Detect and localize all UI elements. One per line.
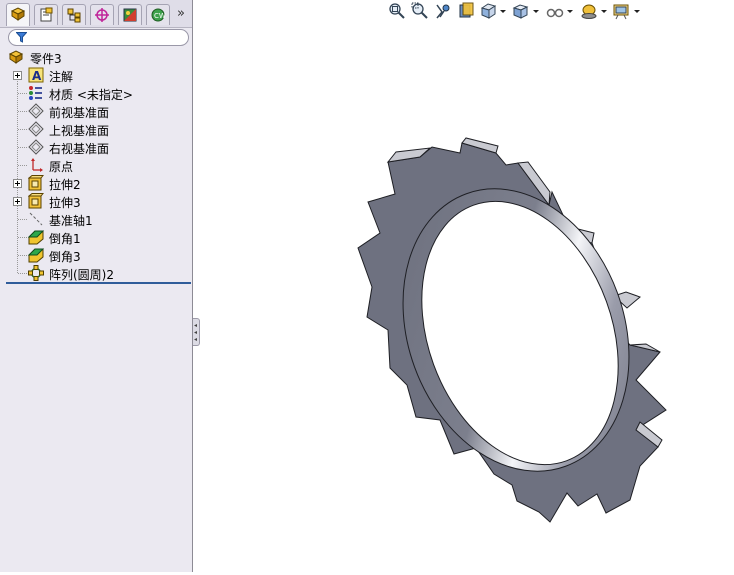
dimxpert-icon	[95, 8, 109, 22]
filter-field[interactable]	[8, 29, 189, 46]
annotations-icon: A	[28, 67, 44, 83]
tree-item-origin[interactable]: 原点	[0, 156, 192, 174]
edit-appearance-icon[interactable]	[580, 2, 598, 20]
feature-manager-tab[interactable]	[6, 3, 30, 26]
tree-item-annotations[interactable]: A 注解	[0, 66, 192, 84]
tree-item-label: 倒角3	[49, 250, 81, 264]
graphics-area[interactable]	[200, 24, 734, 572]
property-manager-tab[interactable]	[34, 4, 58, 25]
tree-root-part[interactable]: 零件3	[0, 48, 192, 66]
tree-item-front-plane[interactable]: 前视基准面	[0, 102, 192, 120]
cam-icon: CW	[151, 8, 166, 22]
rollback-bar[interactable]	[6, 282, 191, 284]
manager-tab-bar: CW »	[0, 0, 192, 28]
tree-item-chamfer1[interactable]: 倒角1	[0, 228, 192, 246]
tree-item-label: 拉伸2	[49, 178, 81, 192]
configuration-manager-tab[interactable]	[62, 4, 86, 25]
tree-item-label: 倒角1	[49, 232, 81, 246]
property-manager-icon	[40, 7, 53, 22]
origin-icon	[31, 158, 43, 172]
section-view-icon[interactable]	[457, 2, 475, 20]
tree-item-chamfer3[interactable]: 倒角3	[0, 246, 192, 264]
plane-icon	[28, 103, 44, 119]
tree-item-label: 前视基准面	[49, 106, 110, 120]
tree-item-label: 阵列(圆周)2	[49, 268, 114, 282]
tree-item-top-plane[interactable]: 上视基准面	[0, 120, 192, 138]
zoom-to-fit-icon[interactable]	[388, 2, 406, 20]
part-icon	[8, 50, 24, 64]
tree-item-label: 基准轴1	[49, 214, 93, 228]
view-orientation-icon[interactable]	[480, 2, 498, 20]
expand-toggle[interactable]	[13, 71, 22, 80]
cam-tab[interactable]: CW	[146, 4, 170, 25]
apply-scene-icon[interactable]	[613, 2, 631, 20]
extrude-icon	[28, 175, 44, 191]
display-style-icon[interactable]	[512, 2, 530, 20]
feature-manager-icon	[10, 7, 26, 21]
tree-item-right-plane[interactable]: 右视基准面	[0, 138, 192, 156]
tree-item-label: 上视基准面	[49, 124, 110, 138]
tree-root-label: 零件3	[30, 52, 62, 66]
hide-show-items-icon[interactable]	[546, 2, 564, 20]
extrude-icon	[28, 193, 44, 209]
panel-splitter-handle[interactable]: ◂ ◂ ◂	[193, 318, 200, 346]
dropdown-arrow-icon[interactable]	[634, 10, 640, 13]
display-manager-icon	[123, 8, 137, 22]
tree-item-label: 右视基准面	[49, 142, 110, 156]
dropdown-arrow-icon[interactable]	[567, 10, 573, 13]
configuration-manager-icon	[67, 8, 81, 23]
dropdown-arrow-icon[interactable]	[601, 10, 607, 13]
heads-up-view-toolbar	[386, 0, 646, 24]
axis-icon	[29, 212, 43, 226]
tree-item-extrude2[interactable]: 拉伸2	[0, 174, 192, 192]
tree-item-extrude3[interactable]: 拉伸3	[0, 192, 192, 210]
gear-ring-model[interactable]	[200, 24, 734, 572]
tree-item-label: 注解	[49, 70, 74, 84]
svg-text:A: A	[32, 69, 42, 83]
plane-icon	[28, 139, 44, 155]
material-icon	[29, 86, 42, 100]
expand-toggle[interactable]	[13, 179, 22, 188]
tree-item-axis1[interactable]: 基准轴1	[0, 210, 192, 228]
tree-item-label: 材质 <未指定>	[49, 88, 133, 102]
chamfer-icon	[28, 248, 44, 263]
display-manager-tab[interactable]	[118, 4, 142, 25]
dimxpert-tab[interactable]	[90, 4, 114, 25]
tree-item-material[interactable]: 材质 <未指定>	[0, 84, 192, 102]
svg-text:CW: CW	[154, 12, 166, 20]
filter-icon	[16, 32, 27, 43]
dropdown-arrow-icon[interactable]	[500, 10, 506, 13]
zoom-to-area-icon[interactable]	[411, 2, 429, 20]
previous-view-icon[interactable]	[434, 2, 452, 20]
circular-pattern-icon	[28, 265, 44, 281]
tree-item-label: 原点	[49, 160, 74, 174]
tree-item-label: 拉伸3	[49, 196, 81, 210]
chamfer-icon	[28, 230, 44, 245]
plane-icon	[28, 121, 44, 137]
feature-manager-panel: CW » 零件3 A 注解 材质 <未指定> 前视基准面 上视基准面 右视基准面…	[0, 0, 193, 572]
tree-item-circular-pattern2[interactable]: 阵列(圆周)2	[0, 264, 192, 282]
expand-toggle[interactable]	[13, 197, 22, 206]
dropdown-arrow-icon[interactable]	[533, 10, 539, 13]
more-tabs-button[interactable]: »	[173, 5, 189, 23]
